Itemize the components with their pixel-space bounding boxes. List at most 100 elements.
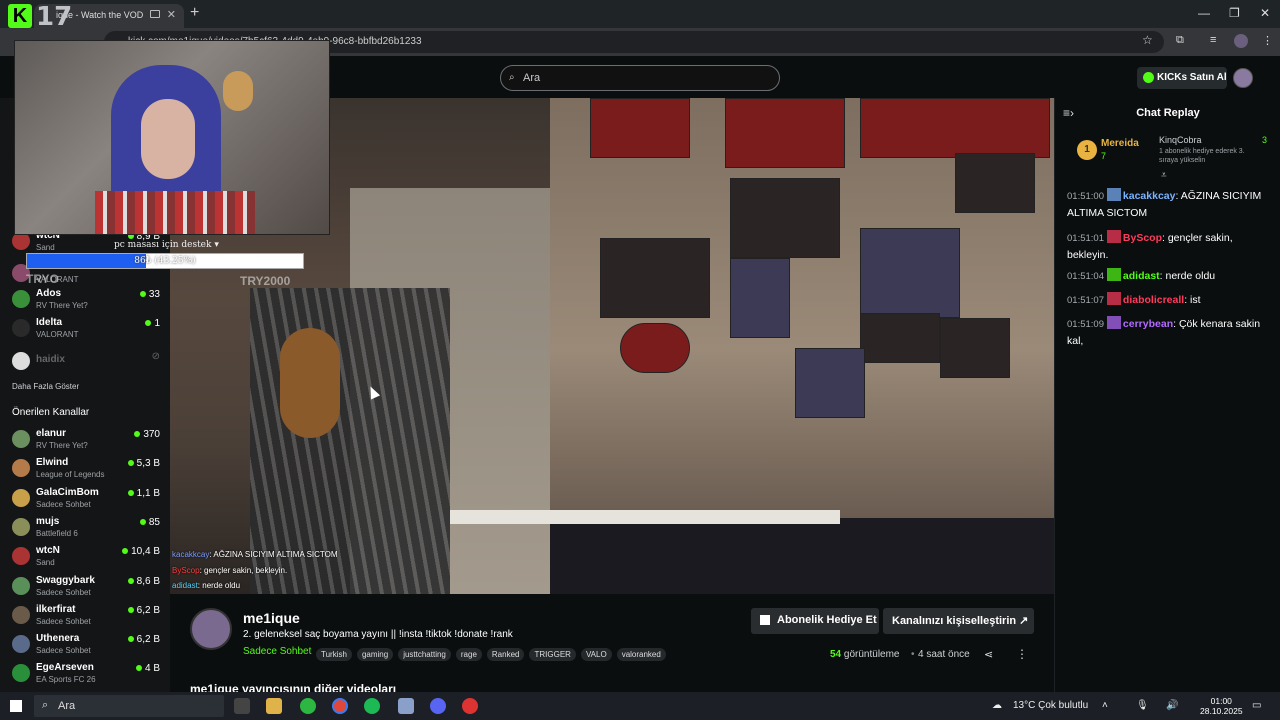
stream-category[interactable]: Sadece Sohbet [243,646,311,657]
chat-message: 01:51:07 diabolicreall: ist [1067,292,1275,309]
sidebar-item-ados[interactable]: Ados RV There Yet? 33 [10,288,166,316]
close-tab-icon[interactable]: ✕ [167,8,176,21]
recommended-item[interactable]: Uthenera Sadece Sohbet 6,2 B [10,633,166,661]
app-icon[interactable] [398,698,414,714]
poster [955,153,1035,213]
valorant-icon[interactable] [462,698,478,714]
tag-chip[interactable]: VALO [580,648,612,661]
chat-username[interactable]: diabolicreall [1123,294,1184,306]
spotify-icon[interactable] [364,698,380,714]
menu-kebab-icon[interactable]: ⋮ [1262,34,1273,47]
recommended-item[interactable]: GalaCimBom Sadece Sohbet 1,1 B [10,487,166,515]
poster [590,98,690,158]
watermark: TRY2000 [240,274,291,288]
customize-channel-button[interactable]: Kanalınızı kişiselleştirin ↗ [883,608,1034,634]
tag-chip[interactable]: TRIGGER [529,648,576,661]
buy-kicks-button[interactable]: KICKs Satın Al [1137,67,1227,89]
donation-goal-label: 86₺ (43.25%) [134,256,196,266]
recommended-item[interactable]: wtcN Sand 10,4 B [10,545,166,573]
whatsapp-icon[interactable] [300,698,316,714]
chat-badge-icon [1106,316,1121,329]
video-scene-chair [250,288,450,594]
volume-icon[interactable]: 🔊 [1166,700,1178,711]
webcam-plush [223,71,253,111]
poster [860,228,960,318]
vod-chat-text: : AĞZINA SICIYIM ALTIMA SICTOM [209,550,338,559]
media-controls-icon[interactable]: ≡ [1210,34,1216,46]
tag-chip[interactable]: gaming [356,648,394,661]
view-count-label: görüntüleme [843,649,900,660]
channel-name: mujs [36,515,60,527]
avatar [12,517,30,536]
channel-category: RV There Yet? [36,301,88,310]
gifter-name: KinqCobra [1159,135,1202,145]
channel-avatar[interactable] [190,608,232,650]
expand-pinned-icon[interactable]: ⩡ [1161,170,1167,181]
channel-category: Battlefield 6 [36,528,78,538]
search-placeholder: Ara [523,72,541,84]
sidebar-item-idelta[interactable]: Idelta VALORANT 1 [10,317,166,345]
chrome-icon[interactable] [332,698,348,714]
logo-k-icon: K [8,4,32,28]
channel-name[interactable]: me1ique [243,610,300,626]
chat-text: : ist [1184,294,1201,306]
extensions-icon[interactable]: ⧉ [1176,34,1184,47]
recommended-item[interactable]: ilkerfirat Sadece Sohbet 6,2 B [10,604,166,632]
chat-username[interactable]: adidast [1123,270,1160,282]
live-dot-icon [139,291,146,297]
poster [725,98,845,168]
chat-username[interactable]: kacakkcay [1123,190,1176,202]
file-explorer-icon[interactable] [266,698,282,714]
poster [795,348,865,418]
tag-chip[interactable]: justtchatting [398,648,451,661]
recommended-item[interactable]: elanur RV There Yet? 370 [10,428,166,456]
user-avatar[interactable] [1233,68,1253,88]
restore-icon[interactable]: ❐ [1229,6,1240,20]
avatar [12,547,30,566]
more-options-icon[interactable]: ⋮ [1016,647,1028,661]
clock-date: 28.10.2025 [1200,706,1243,716]
avatar [12,430,30,448]
channel-category: RV There Yet? [36,441,88,450]
viewer-count-text: 10,4 B [131,546,160,558]
microphone-icon[interactable]: 🎙 [1136,700,1149,711]
vod-chat-line: adidast: nerde oldu [172,581,240,590]
search-input[interactable]: ⌕ Ara [500,65,780,91]
show-more-link[interactable]: Daha Fazla Göster [12,382,79,391]
tag-chip[interactable]: valoranked [616,648,666,661]
profile-avatar[interactable] [1234,34,1248,48]
bookmark-star-icon[interactable]: ☆ [1142,33,1153,47]
donation-goal-title: pc masası için destek ▾ [114,240,219,250]
chat-badge-icon [1106,230,1121,243]
viewer-count-text: 1 [154,318,160,329]
avatar [12,635,30,654]
window-close-icon[interactable]: ✕ [1260,6,1270,20]
webcam-face [141,99,195,179]
discord-icon[interactable] [430,698,446,714]
new-tab-button[interactable]: + [190,4,199,22]
sidebar-item-haidix[interactable]: haidix ⊘ [10,350,166,378]
task-view-icon[interactable] [234,698,250,714]
tab-media-icon[interactable] [150,10,160,18]
recommended-item[interactable]: EgeArseven EA Sports FC 26 4 B [10,662,166,690]
notifications-icon[interactable]: ▭ [1252,700,1261,711]
weather-text[interactable]: 13°C Çok bulutlu [1013,700,1088,711]
tag-chip[interactable]: Turkish [316,648,352,661]
tag-chip[interactable]: Ranked [486,648,525,661]
share-icon[interactable]: ⋖ [984,648,993,661]
taskbar-search[interactable]: ⌕ Ara [34,695,224,717]
chat-username[interactable]: ByScop [1123,232,1162,244]
gift-sub-label: Abonelik Hediye Et [777,614,877,626]
clock-time: 01:00 [1210,696,1232,706]
tray-chevron-icon[interactable]: ˄ [1102,700,1108,711]
recommended-item[interactable]: Swaggybark Sadece Sohbet 8,6 B [10,575,166,603]
minimize-icon[interactable]: — [1198,6,1210,20]
tag-chip[interactable]: rage [455,648,482,661]
taskbar-clock[interactable]: 01:00 28.10.2025 [1200,696,1243,716]
gift-sub-button[interactable]: Abonelik Hediye Et [751,608,879,634]
recommended-item[interactable]: mujs Battlefield 6 85 [10,516,166,544]
recommended-item[interactable]: Elwind League of Legends 5,3 B [10,457,166,485]
chat-username[interactable]: cerrybean [1123,318,1173,330]
kicks-icon [1143,72,1154,83]
windows-start-icon[interactable] [10,700,22,712]
